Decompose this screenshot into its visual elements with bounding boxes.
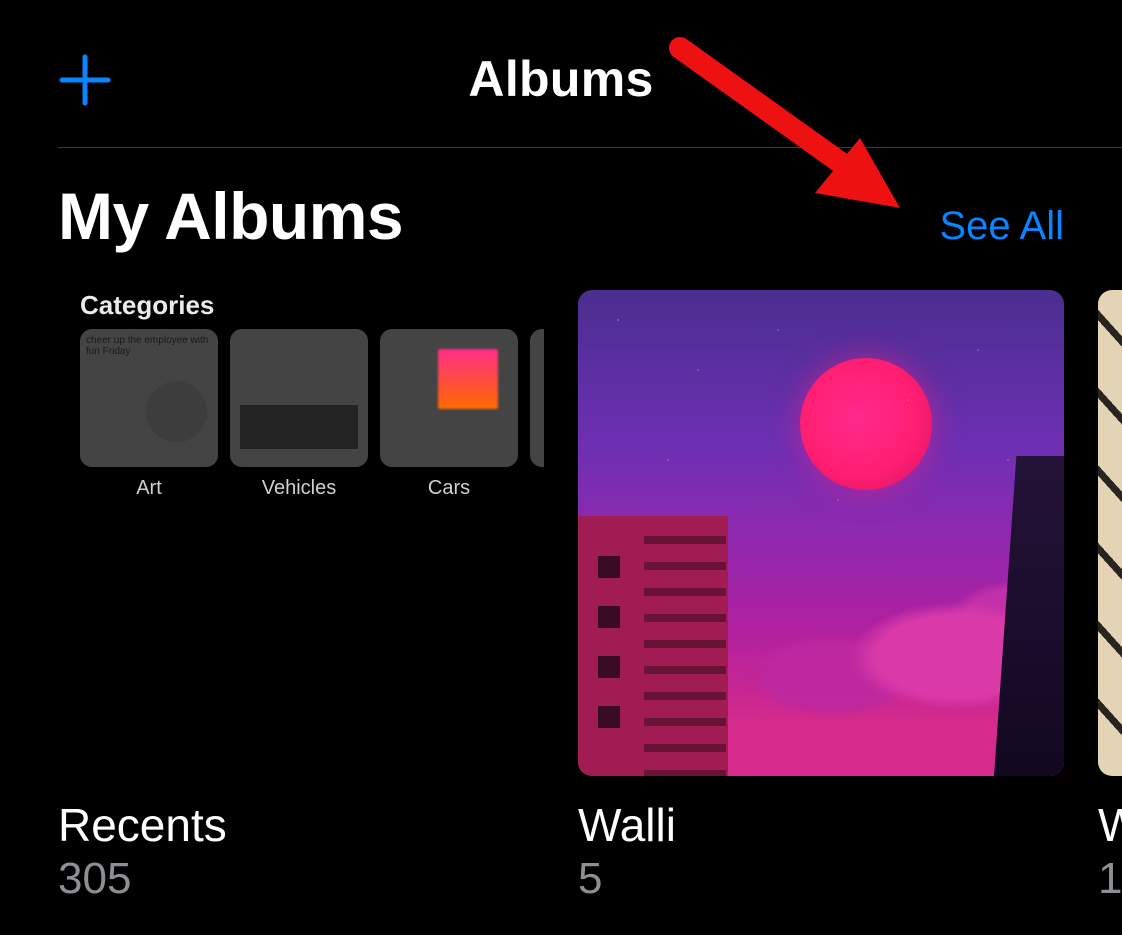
navigation-bar: Albums [0,0,1122,145]
album-partial[interactable]: W 1 [1098,290,1122,904]
album-count: 5 [578,854,1064,904]
category-art: cheer up the employee with fun Friday Ar… [80,329,218,500]
albums-row[interactable]: Categories cheer up the employee with fu… [58,290,1122,904]
category-vehicles: Vehicles [230,329,368,500]
divider [58,147,1122,148]
category-thumbnail [530,329,544,467]
album-thumbnail [578,290,1064,776]
album-title: Recents [58,798,544,852]
moon-graphic [800,358,932,490]
page-title: Albums [0,50,1122,108]
categories-label: Categories [80,290,544,321]
album-thumbnail [1098,290,1122,776]
categories-row: cheer up the employee with fun Friday Ar… [80,329,544,500]
category-label: Cars [380,477,518,500]
category-label: Vehicles [230,477,368,500]
building-left-graphic [578,516,728,776]
category-cars: Cars [380,329,518,500]
section-title: My Albums [58,178,403,254]
album-thumbnail: Categories cheer up the employee with fu… [58,290,544,776]
category-thumbnail [230,329,368,467]
album-title: W [1098,798,1122,852]
category-label: Art [80,477,218,500]
album-count: 305 [58,854,544,904]
building-right-graphic [994,456,1064,776]
see-all-link[interactable]: See All [939,204,1064,249]
section-header: My Albums See All [58,178,1064,254]
album-title: Walli [578,798,1064,852]
category-thumbnail: cheer up the employee with fun Friday [80,329,218,467]
category-partial [530,329,544,500]
album-count: 1 [1098,854,1122,904]
album-recents[interactable]: Categories cheer up the employee with fu… [58,290,544,904]
category-thumbnail [380,329,518,467]
album-walli[interactable]: Walli 5 [578,290,1064,904]
clouds-graphic [664,536,1064,736]
